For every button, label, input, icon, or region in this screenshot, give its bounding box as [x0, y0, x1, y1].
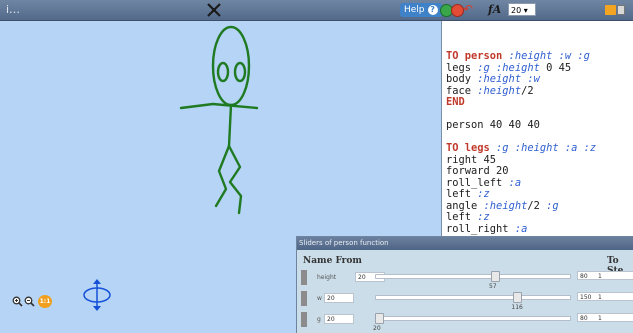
- param-from-input[interactable]: 20: [324, 293, 354, 303]
- param-to-value: 80: [580, 273, 588, 280]
- code-token: roll_right: [446, 222, 515, 235]
- toolbar-left-title: i…: [6, 3, 21, 16]
- code-keyword: TO person: [446, 50, 509, 62]
- question-icon: ?: [427, 5, 438, 15]
- zoom-reset-icon[interactable]: 1:1: [38, 295, 52, 308]
- figure-left-eye: [216, 61, 230, 83]
- code-token: /2: [521, 84, 534, 97]
- right-tools[interactable]: [605, 3, 625, 17]
- zoom-out-icon[interactable]: [24, 296, 35, 307]
- zoom-in-icon[interactable]: [12, 296, 23, 307]
- crossed-tools-icon: [207, 3, 221, 17]
- stick-figure: [179, 25, 259, 215]
- figure-body: [227, 103, 233, 148]
- sliders-panel-title: Sliders of person function: [297, 237, 633, 250]
- code-variable: :a: [508, 176, 522, 189]
- param-to-input[interactable]: 80 1: [577, 271, 633, 280]
- code-editor[interactable]: TO person :height :w :g legs :g :height 0…: [441, 21, 633, 236]
- code-token: legs: [446, 61, 478, 74]
- param-slider-track[interactable]: [375, 295, 571, 300]
- param-slider-thumb[interactable]: [513, 292, 523, 303]
- code-token: /2: [527, 199, 547, 212]
- param-name: g: [317, 316, 321, 323]
- param-to-value: 80: [580, 315, 588, 322]
- param-step-value[interactable]: 1: [598, 314, 602, 323]
- code-token: face: [446, 84, 478, 97]
- code-keyword: TO legs: [446, 142, 497, 154]
- save-icon[interactable]: [617, 5, 625, 15]
- code-variable: :height: [477, 84, 522, 97]
- param-slider-track[interactable]: [375, 316, 571, 321]
- sliders-panel: Sliders of person function Name From To …: [296, 236, 633, 333]
- figure-right-eye: [233, 61, 247, 83]
- slider-row-w: w 20 116 150 1: [297, 289, 633, 311]
- code-token: right 45: [446, 153, 497, 166]
- column-header-name-from: Name From: [303, 256, 362, 266]
- code-variable: :g: [546, 199, 559, 212]
- code-token: forward 20: [446, 165, 509, 177]
- param-step-value[interactable]: 1: [598, 293, 602, 302]
- code-keyword: END: [446, 96, 465, 108]
- param-name: height: [317, 274, 337, 281]
- code-token: left: [446, 211, 478, 223]
- code-line: END: [446, 96, 596, 109]
- code-variable: :g :height :a :z: [496, 142, 597, 154]
- undo-arrow-icon[interactable]: ↶: [463, 3, 475, 15]
- param-slider-thumb[interactable]: [375, 313, 384, 324]
- param-to-input[interactable]: 80 1: [577, 313, 633, 322]
- top-toolbar: i… Help ? ↶ fA 20 ▾: [0, 0, 633, 21]
- code-variable: :height: [483, 199, 528, 212]
- code-token: person 40 40 40: [446, 119, 540, 131]
- param-from-input[interactable]: 20: [324, 314, 354, 324]
- code-line: roll_right :a: [446, 222, 596, 236]
- slider-row-height: height 20 57 80 1: [297, 268, 633, 290]
- code-variable: :height :w :g: [508, 50, 590, 62]
- figure-left-leg: [214, 144, 231, 208]
- code-token: 0 45: [539, 61, 572, 74]
- code-variable: :height :w: [477, 73, 540, 85]
- param-to-input[interactable]: 150 1: [577, 292, 633, 301]
- help-button[interactable]: Help ?: [400, 3, 442, 17]
- code-variable: :z: [477, 188, 490, 200]
- param-slider-thumb[interactable]: [490, 271, 500, 282]
- help-label: Help: [404, 5, 425, 15]
- drag-grip-icon[interactable]: [301, 291, 307, 306]
- figure-arms: [179, 102, 259, 110]
- font-size-select[interactable]: 20 ▾: [508, 3, 536, 16]
- figure-right-leg: [227, 144, 243, 215]
- font-size-icon: fA: [488, 3, 502, 16]
- param-current-value: 20: [373, 325, 381, 332]
- slider-row-g: g 20 20 80 1: [297, 310, 633, 332]
- code-variable: :a: [514, 222, 528, 235]
- drag-grip-icon[interactable]: [301, 270, 307, 285]
- code-token: angle: [446, 199, 484, 212]
- param-name: w: [317, 295, 322, 302]
- code-token: body: [446, 73, 478, 85]
- code-token: roll_left: [446, 176, 509, 189]
- param-step-value[interactable]: 1: [598, 272, 602, 281]
- code-variable: :g :height: [477, 61, 540, 74]
- drag-grip-icon[interactable]: [301, 312, 307, 327]
- code-line: face :height/2: [446, 84, 596, 98]
- param-slider-track[interactable]: [375, 274, 571, 279]
- code-token: left: [446, 188, 478, 200]
- code-text[interactable]: TO person :height :w :g legs :g :height 0…: [446, 50, 597, 236]
- param-to-value: 150: [580, 294, 592, 301]
- folder-icon[interactable]: [605, 5, 616, 15]
- rotate-move-icon[interactable]: [80, 278, 114, 312]
- code-variable: :z: [477, 211, 490, 223]
- code-line: person 40 40 40: [446, 119, 596, 132]
